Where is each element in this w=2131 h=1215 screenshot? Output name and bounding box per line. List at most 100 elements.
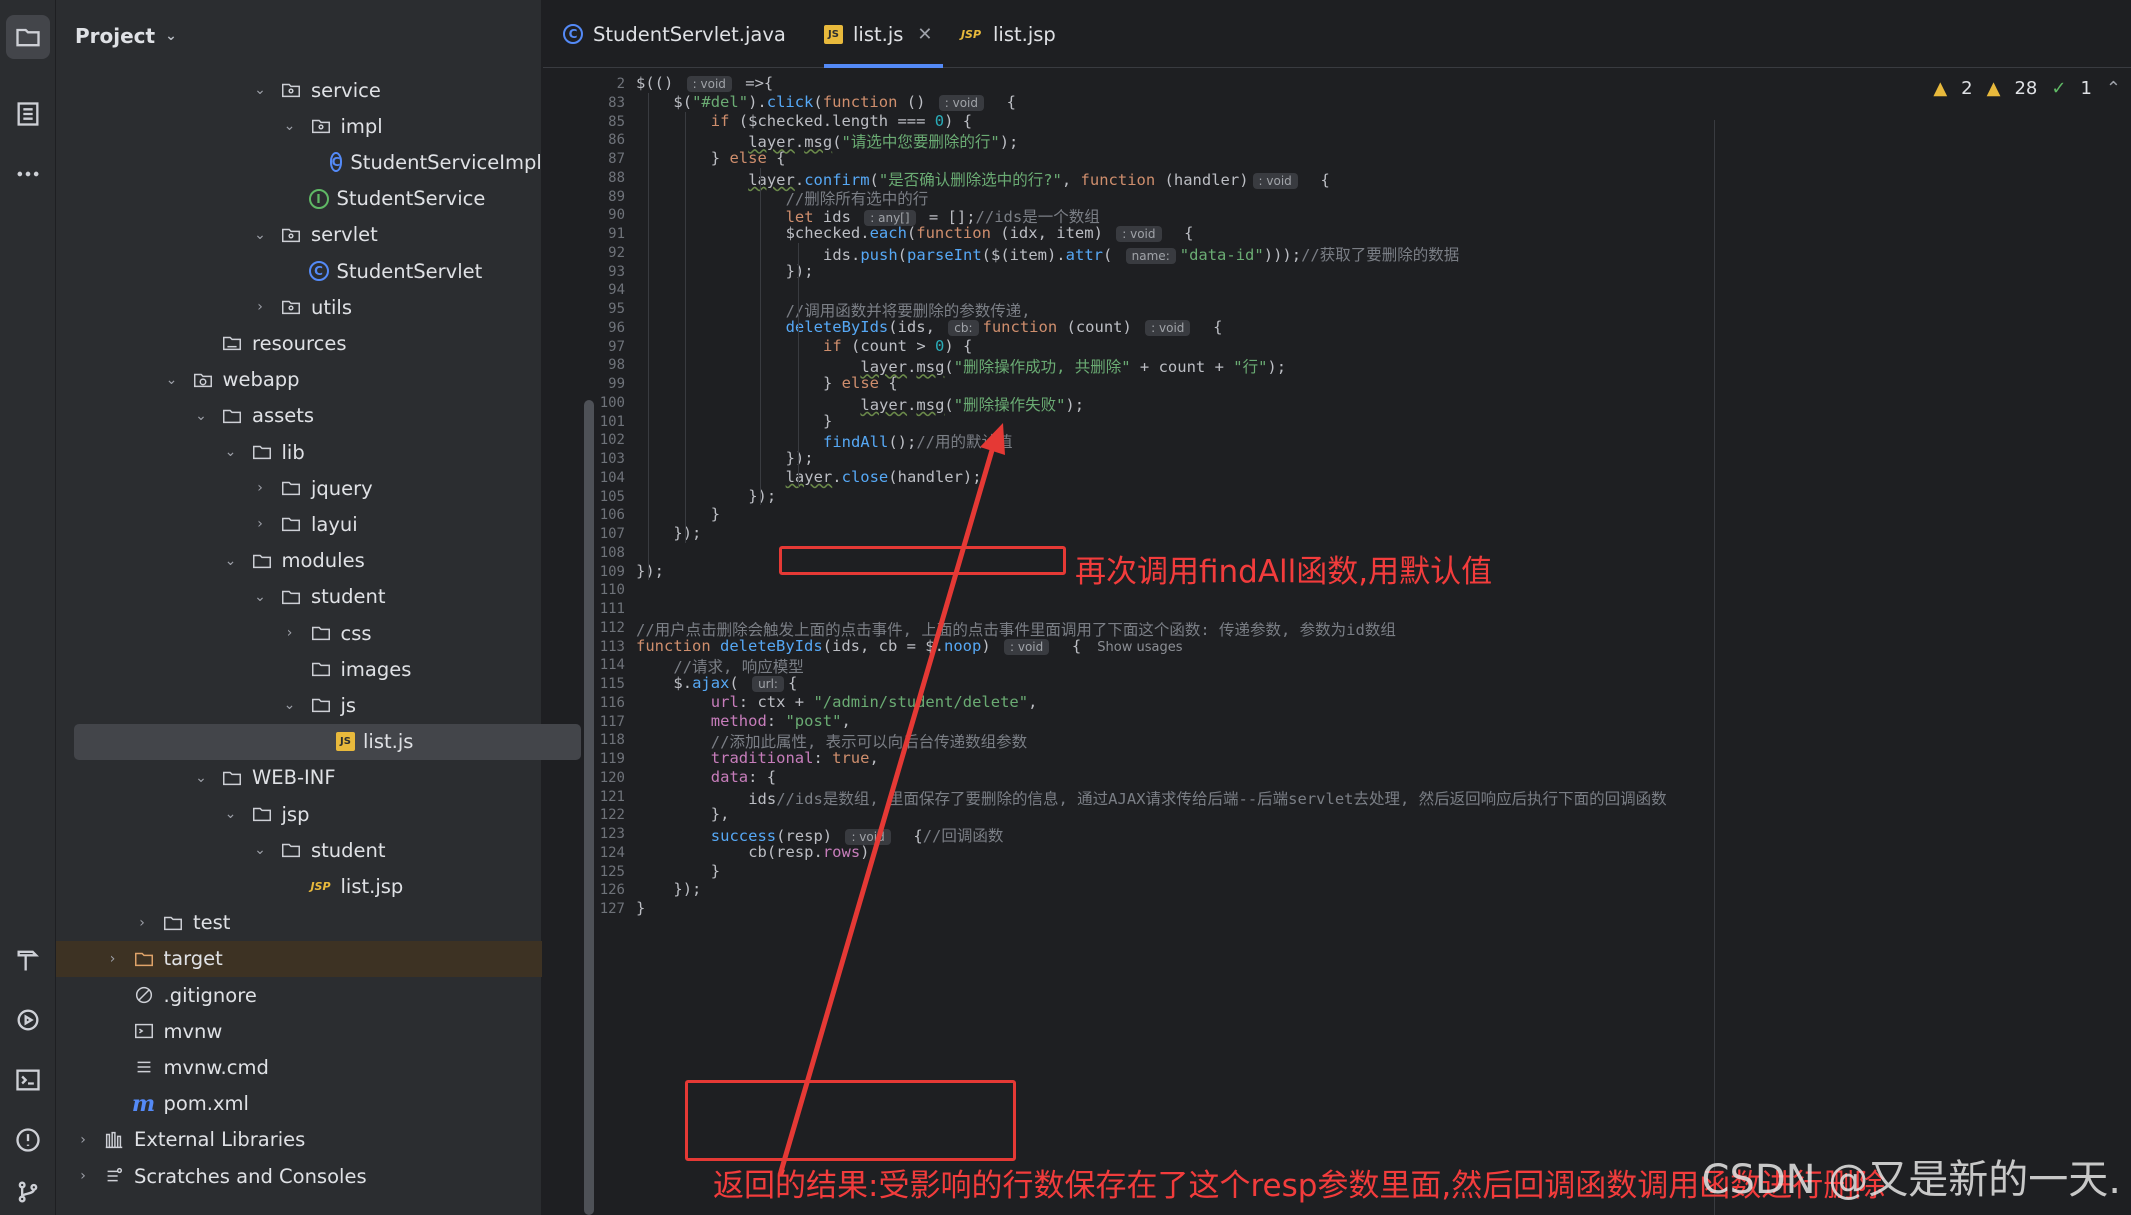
- terminal-icon: [16, 1069, 40, 1091]
- tree-item[interactable]: ›.gitignore: [56, 977, 526, 1013]
- chevron-right-icon[interactable]: ›: [135, 915, 149, 931]
- line-number: 83: [608, 94, 625, 111]
- tree-item[interactable]: ⌄ assets: [56, 398, 526, 434]
- git-tool-button[interactable]: [6, 1170, 50, 1214]
- code-token: ($(item).: [981, 245, 1066, 264]
- code-line: });: [786, 449, 814, 467]
- tree-item[interactable]: ›mvnw.cmd: [56, 1049, 526, 1085]
- tree-item[interactable]: › test: [56, 905, 526, 941]
- tree-item[interactable]: ›IStudentService: [56, 181, 526, 217]
- chevron-right-icon[interactable]: ›: [283, 625, 297, 641]
- code-token: traditional: [710, 749, 814, 767]
- code-token: "删除操作失败": [953, 395, 1066, 414]
- indent-guide: [797, 242, 799, 487]
- code-token: ,: [1061, 170, 1081, 189]
- code-token: ).: [748, 92, 767, 111]
- close-icon[interactable]: ✕: [917, 24, 932, 45]
- tree-item[interactable]: ⌄ student: [56, 579, 526, 615]
- tree-item[interactable]: ›mpom.xml: [56, 1086, 526, 1122]
- code-line: });: [673, 880, 701, 898]
- chevron-down-icon[interactable]: ⌄: [253, 227, 267, 243]
- tree-item[interactable]: ›JSlist.js: [74, 723, 581, 760]
- chevron-down-icon[interactable]: ⌄: [253, 842, 267, 858]
- chevron-down-icon[interactable]: ⌄: [253, 82, 267, 98]
- tree-item[interactable]: › layui: [56, 506, 526, 542]
- structure-icon: [17, 102, 39, 126]
- chevron-down-icon[interactable]: ⌄: [194, 408, 208, 424]
- show-usages-link[interactable]: Show usages: [1097, 640, 1182, 655]
- tree-item[interactable]: ›CStudentServlet: [56, 253, 526, 289]
- tree-item[interactable]: ⌄ js: [56, 687, 526, 723]
- tree-item[interactable]: › utils: [56, 289, 526, 325]
- code-token: //回调函数: [922, 827, 1004, 845]
- tree-item[interactable]: ›CStudentServiceImpl: [56, 144, 542, 180]
- terminal-tool-button[interactable]: [6, 1058, 50, 1102]
- tree-item[interactable]: ›JSPlist.jsp: [56, 868, 526, 904]
- inlay-hint: cb:: [948, 319, 979, 336]
- tab-studentservlet-java[interactable]: C StudentServlet.java: [563, 0, 786, 68]
- scratches-icon: [102, 1164, 126, 1188]
- code-token: }: [710, 861, 721, 880]
- tree-item[interactable]: › css: [56, 615, 526, 651]
- code-line: }: [823, 412, 832, 430]
- problems-tool-button[interactable]: [6, 1118, 50, 1162]
- line-number-gutter: 2 83 85 86 87 88 89 90 91 92 93 94 95 96 97 98 99 100 101 1…: [543, 68, 628, 1215]
- more-tools-button[interactable]: [6, 152, 50, 196]
- chevron-down-icon[interactable]: ⌄: [224, 806, 238, 822]
- tree-item-label: lib: [281, 440, 305, 464]
- code-token: );: [999, 133, 1019, 152]
- tab-list-js[interactable]: JS list.js ✕: [824, 0, 943, 68]
- chevron-down-icon[interactable]: ⌄: [253, 589, 267, 605]
- chevron-right-icon[interactable]: ›: [106, 951, 120, 967]
- code-token: ids.: [823, 245, 861, 264]
- code-editor[interactable]: $(() : void =>{$("#del").click(function …: [628, 68, 2131, 1215]
- line-number: 116: [599, 694, 625, 711]
- chevron-right-icon[interactable]: ›: [76, 1168, 90, 1184]
- build-tool-button[interactable]: [6, 938, 50, 982]
- chevron-down-icon[interactable]: ⌄: [165, 372, 179, 388]
- chevron-down-icon: ⌄: [165, 28, 177, 44]
- tree-item[interactable]: ⌄ student: [56, 832, 526, 868]
- code-token: }: [823, 411, 833, 430]
- tree-item[interactable]: ⌄ servlet: [56, 217, 526, 253]
- problems-icon: [16, 1128, 40, 1152]
- project-tool-button[interactable]: [6, 15, 50, 59]
- chevron-down-icon[interactable]: ⌄: [224, 444, 238, 460]
- chevron-right-icon[interactable]: ›: [253, 516, 267, 532]
- services-tool-button[interactable]: [6, 998, 50, 1042]
- tree-item[interactable]: ⌄ jsp: [56, 796, 526, 832]
- watermark: CSDN @又是新的一天.: [1701, 1157, 2121, 1203]
- tree-item[interactable]: ›images: [56, 651, 526, 687]
- tree-item[interactable]: › Scratches and Consoles: [56, 1158, 526, 1194]
- chevron-right-icon[interactable]: ›: [253, 299, 267, 315]
- tree-item-label: .gitignore: [163, 983, 257, 1007]
- code-token: (: [813, 92, 823, 111]
- tree-item[interactable]: ⌄ WEB-INF: [56, 760, 526, 796]
- tab-list-jsp[interactable]: JSP list.jsp: [959, 0, 1056, 68]
- tree-item[interactable]: ⌄ impl: [56, 108, 526, 144]
- chevron-right-icon[interactable]: ›: [76, 1132, 90, 1148]
- code-line: deleteByIds(ids, cb: function (count) : v…: [786, 318, 1222, 336]
- tree-item[interactable]: ⌄ modules: [56, 543, 526, 579]
- chevron-down-icon[interactable]: ⌄: [283, 118, 297, 134]
- line-number: 102: [599, 432, 625, 449]
- chevron-down-icon[interactable]: ⌄: [283, 697, 297, 713]
- chevron-down-icon[interactable]: ⌄: [194, 770, 208, 786]
- tab-label: list.js: [853, 22, 904, 46]
- tree-item[interactable]: › jquery: [56, 470, 526, 506]
- structure-tool-button[interactable]: [6, 92, 50, 136]
- chevron-down-icon[interactable]: ⌄: [224, 553, 238, 569]
- jsp-file-icon: JSP: [960, 27, 982, 41]
- chevron-right-icon[interactable]: ›: [253, 480, 267, 496]
- code-token: "行": [1233, 358, 1268, 377]
- tree-item[interactable]: ⌄ webapp: [56, 362, 526, 398]
- tree-item[interactable]: ⌄ service: [56, 72, 526, 108]
- tree-item[interactable]: › target: [56, 940, 542, 977]
- project-header[interactable]: Project ⌄: [56, 0, 541, 72]
- line-number: 89: [608, 188, 625, 205]
- tree-item[interactable]: ›mvnw: [56, 1013, 526, 1049]
- code-token: }: [636, 899, 646, 917]
- tree-item[interactable]: ›resources: [56, 325, 526, 361]
- tree-item[interactable]: › External Libraries: [56, 1122, 526, 1158]
- tree-item[interactable]: ⌄ lib: [56, 434, 526, 470]
